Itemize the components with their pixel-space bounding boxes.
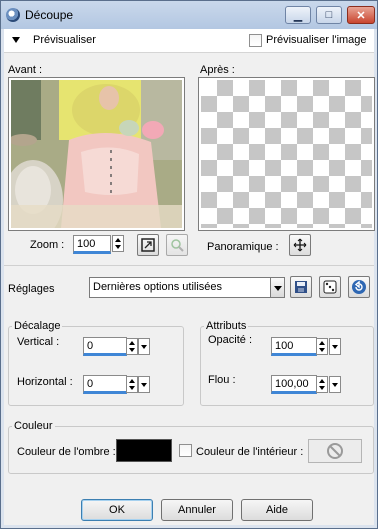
chevron-down-icon (141, 383, 147, 387)
pan-button[interactable] (289, 234, 311, 256)
title-bar[interactable]: Découpe ▁ □ ✕ (1, 1, 377, 29)
chevron-down-icon (332, 345, 338, 349)
reset-button[interactable] (348, 276, 370, 298)
maximize-icon: □ (325, 9, 333, 21)
spin-down-icon (115, 245, 121, 249)
spin-down-icon (319, 386, 325, 390)
preview-toggle-label[interactable]: Prévisualiser (33, 34, 96, 46)
minimize-button[interactable]: ▁ (285, 6, 311, 24)
shadow-color-label: Couleur de l'ombre : (17, 446, 116, 458)
chevron-down-icon (274, 286, 282, 291)
presets-label: Réglages (8, 283, 55, 295)
before-preview[interactable] (8, 77, 185, 231)
zoom-spinner[interactable] (112, 235, 124, 252)
horizontal-spinner[interactable] (126, 376, 138, 393)
inside-color-checkbox[interactable] (179, 444, 192, 457)
dice-icon (323, 280, 337, 294)
help-button[interactable]: Aide (241, 499, 313, 521)
presets-selected-value: Dernières options utilisées (93, 281, 223, 293)
blur-label: Flou : (208, 374, 236, 386)
spin-down-icon (129, 348, 135, 352)
offset-group-title: Décalage (12, 320, 63, 332)
after-preview[interactable] (198, 77, 375, 231)
save-preset-button[interactable] (290, 276, 312, 298)
close-icon: ✕ (356, 9, 366, 22)
zoom-label: Zoom : (30, 239, 65, 251)
move-icon (293, 238, 307, 252)
horizontal-label: Horizontal : (17, 376, 73, 388)
blur-spinner[interactable] (316, 376, 328, 393)
color-group-title: Couleur (12, 420, 55, 432)
fit-window-icon (141, 238, 155, 252)
ok-button[interactable]: OK (81, 499, 153, 521)
chevron-down-icon (332, 383, 338, 387)
before-label: Avant : (8, 64, 43, 76)
blur-dropdown[interactable] (329, 376, 341, 393)
after-label: Après : (200, 64, 235, 76)
vertical-dropdown[interactable] (138, 338, 150, 355)
zoom-actual-button[interactable] (166, 234, 188, 256)
preview-bar: Prévisualiser Prévisualiser l'image (4, 29, 374, 53)
inside-color-swatch[interactable] (308, 439, 362, 463)
transparency-checkerboard (201, 80, 372, 228)
spin-up-icon (129, 341, 135, 345)
vertical-spinner[interactable] (126, 338, 138, 355)
separator (4, 265, 374, 266)
vertical-input[interactable]: 0 (83, 337, 127, 356)
shadow-color-swatch[interactable] (116, 439, 172, 462)
spin-down-icon (319, 348, 325, 352)
image-preview-label[interactable]: Prévisualiser l'image (266, 34, 367, 46)
save-icon (295, 281, 307, 293)
before-preview-image (11, 80, 182, 228)
zoom-fit-button[interactable] (137, 234, 159, 256)
pan-label: Panoramique : (207, 241, 279, 253)
opacity-label: Opacité : (208, 334, 253, 346)
close-button[interactable]: ✕ (347, 6, 375, 24)
app-icon (6, 8, 20, 22)
image-preview-checkbox[interactable] (249, 34, 262, 47)
cancel-button[interactable]: Annuler (161, 499, 233, 521)
spin-up-icon (115, 238, 121, 242)
opacity-input[interactable]: 100 (271, 337, 317, 356)
zoom-input[interactable]: 100 (73, 235, 111, 254)
spin-down-icon (129, 386, 135, 390)
opacity-dropdown[interactable] (329, 338, 341, 355)
inside-color-label[interactable]: Couleur de l'intérieur : (196, 446, 303, 458)
minimize-icon: ▁ (293, 9, 303, 22)
no-color-icon (327, 443, 343, 459)
presets-dropdown-arrow[interactable] (270, 278, 284, 297)
maximize-button[interactable]: □ (316, 6, 342, 24)
attributes-group-title: Attributs (204, 320, 249, 332)
spin-up-icon (129, 379, 135, 383)
blur-input[interactable]: 100,00 (271, 375, 317, 394)
reset-icon (352, 280, 366, 294)
opacity-spinner[interactable] (316, 338, 328, 355)
chevron-down-icon (141, 345, 147, 349)
dialog-body: Prévisualiser Prévisualiser l'image Avan… (4, 29, 375, 525)
window-title: Découpe (25, 8, 74, 22)
decoupe-dialog: Découpe ▁ □ ✕ Prévisualiser Prévisualise… (0, 0, 378, 529)
presets-dropdown[interactable]: Dernières options utilisées (89, 277, 285, 298)
horizontal-dropdown[interactable] (138, 376, 150, 393)
collapse-triangle-icon[interactable] (12, 37, 20, 43)
horizontal-input[interactable]: 0 (83, 375, 127, 394)
spin-up-icon (319, 379, 325, 383)
randomize-button[interactable] (319, 276, 341, 298)
spin-up-icon (319, 341, 325, 345)
magnifier-icon (171, 239, 184, 252)
vertical-label: Vertical : (17, 336, 60, 348)
